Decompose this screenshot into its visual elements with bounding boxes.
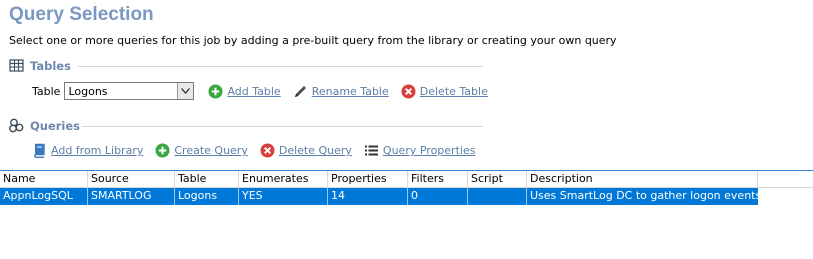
cell-properties: 14 (328, 188, 408, 205)
cell-filters: 0 (408, 188, 468, 205)
column-header-script[interactable]: Script (468, 171, 527, 188)
cell-name: AppnLogSQL (0, 188, 88, 205)
tables-section-label: Tables (30, 58, 71, 73)
delete-table-label[interactable]: Delete Table (420, 85, 488, 98)
queries-toolbar: Add from Library Create Query Delete Que… (32, 143, 487, 158)
delete-circle-icon (401, 84, 416, 99)
list-icon (364, 143, 379, 158)
rename-table-label[interactable]: Rename Table (312, 85, 389, 98)
cell-table: Logons (175, 188, 239, 205)
queries-section-label: Queries (30, 118, 81, 133)
column-header-filters[interactable]: Filters (408, 171, 468, 188)
column-header-properties[interactable]: Properties (328, 171, 408, 188)
queries-section-header: Queries (9, 118, 80, 133)
table-row[interactable]: AppnLogSQL SMARTLOG Logons YES 14 0 Uses… (0, 188, 758, 205)
column-header-enumerates[interactable]: Enumerates (239, 171, 328, 188)
add-table-button[interactable]: Add Table (208, 84, 281, 99)
add-table-label[interactable]: Add Table (227, 85, 280, 98)
create-query-label[interactable]: Create Query (174, 144, 247, 157)
page-title: Query Selection (9, 4, 154, 25)
table-icon (9, 58, 24, 73)
delete-circle-icon (260, 143, 275, 158)
query-properties-label[interactable]: Query Properties (383, 144, 476, 157)
add-from-library-button[interactable]: Add from Library (32, 143, 143, 158)
chevron-down-icon[interactable] (177, 83, 194, 99)
plus-circle-icon (155, 143, 170, 158)
page-subtitle: Select one or more queries for this job … (9, 34, 617, 47)
cell-enumerates: YES (239, 188, 328, 205)
tables-divider (78, 66, 483, 67)
column-header-name[interactable]: Name (0, 171, 88, 188)
column-header-filler (758, 171, 813, 188)
table-select[interactable]: Logons (64, 82, 195, 100)
rename-table-button[interactable]: Rename Table (293, 84, 389, 99)
cell-source: SMARTLOG (88, 188, 175, 205)
queries-grid: Name Source Table Enumerates Properties … (0, 170, 813, 205)
query-properties-button[interactable]: Query Properties (364, 143, 476, 158)
table-label: Table (32, 84, 61, 98)
cell-script (468, 188, 527, 205)
tables-toolbar: Table Logons Add Table Rename Table Dele… (32, 82, 500, 100)
pencil-icon (293, 84, 308, 99)
delete-query-button[interactable]: Delete Query (260, 143, 352, 158)
queries-divider (82, 126, 483, 127)
add-from-library-label[interactable]: Add from Library (51, 144, 143, 157)
create-query-button[interactable]: Create Query (155, 143, 248, 158)
grid-header: Name Source Table Enumerates Properties … (0, 171, 813, 188)
column-header-description[interactable]: Description (527, 171, 758, 188)
queries-icon (9, 118, 24, 133)
column-header-table[interactable]: Table (175, 171, 239, 188)
book-icon (32, 143, 47, 158)
column-header-source[interactable]: Source (88, 171, 175, 188)
tables-section-header: Tables (9, 58, 71, 73)
table-select-value: Logons (68, 84, 108, 98)
plus-circle-icon (208, 84, 223, 99)
cell-description: Uses SmartLog DC to gather logon events (530, 189, 758, 202)
delete-table-button[interactable]: Delete Table (401, 84, 488, 99)
delete-query-label[interactable]: Delete Query (279, 144, 352, 157)
